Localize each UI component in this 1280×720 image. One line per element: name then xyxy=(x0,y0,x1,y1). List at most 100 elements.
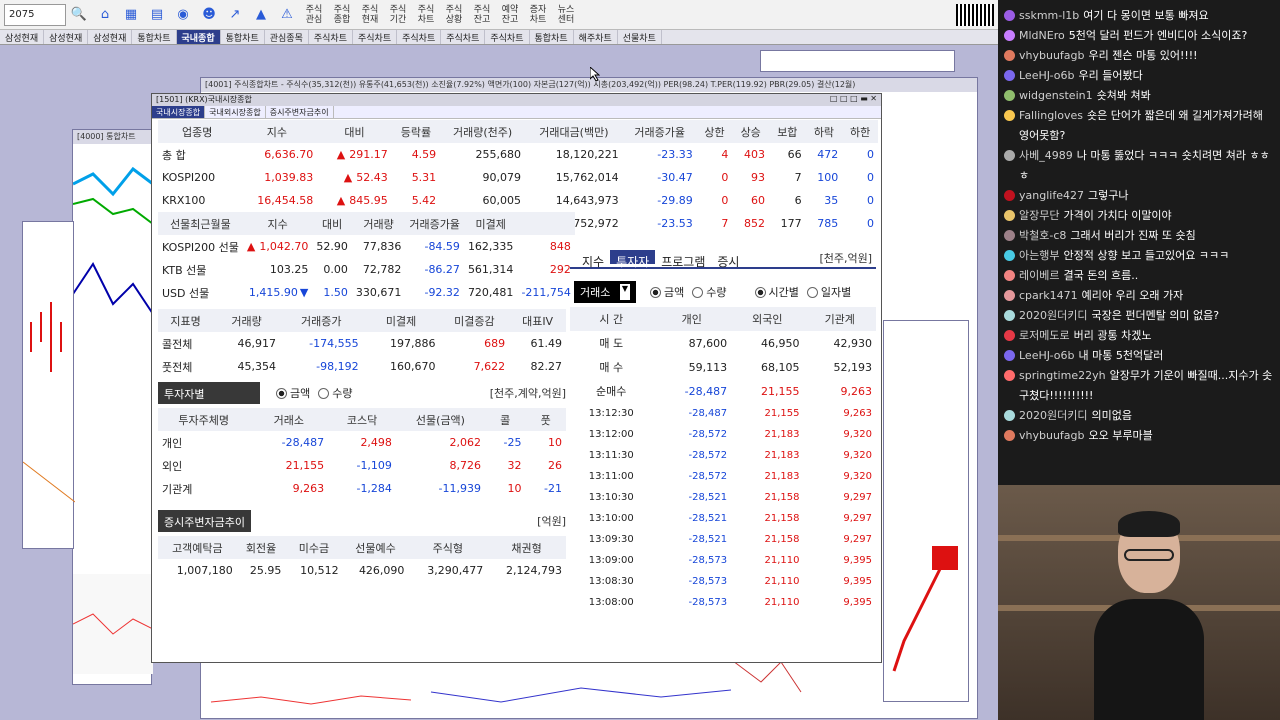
integrated-chart-window[interactable]: [4000] 통합차트 xyxy=(72,129,154,685)
avatar[interactable] xyxy=(1004,250,1015,261)
toolbar-button[interactable]: 뉴스 센터 xyxy=(554,5,578,25)
radio-by-date[interactable]: 일자별 xyxy=(807,284,851,300)
table-row[interactable]: 순매수 -28,487 21,155 9,263 xyxy=(570,379,876,403)
table-row[interactable]: KOSPI200 1,039.8352.43 5.31 90,079 15,762,01… xyxy=(158,166,878,189)
window-tab[interactable]: 해주차트 xyxy=(574,30,618,44)
window-tab[interactable]: 주식차트 xyxy=(353,30,398,44)
avatar[interactable] xyxy=(1004,70,1015,81)
chat-author[interactable]: yanglife427 xyxy=(1019,189,1084,202)
table-row[interactable]: 13:09:00 -28,573 21,110 9,395 xyxy=(570,550,876,571)
chat-author[interactable]: 2020원더키디 xyxy=(1019,409,1087,422)
table-row[interactable]: KTB 선물 103.25 0.00 72,782 -86.27 561,314 292 xyxy=(158,258,575,281)
window-tab[interactable]: 국내종합 xyxy=(176,30,221,44)
radio-amount-right[interactable]: 금액 xyxy=(650,284,684,300)
chat-author[interactable]: springtime22yh xyxy=(1019,369,1106,382)
chat-author[interactable]: 박철호-c8 xyxy=(1019,229,1066,242)
toolbar-button[interactable]: 주식 잔고 xyxy=(470,5,494,25)
table-row[interactable]: 13:08:00 -28,573 21,110 9,395 xyxy=(570,592,876,613)
window-tab[interactable]: 통합차트 xyxy=(132,30,177,44)
toolbar-button[interactable]: 예약 잔고 xyxy=(498,5,522,25)
table-row[interactable]: 총 합 6,636.70291.17 4.59 255,680 18,120,221 -2… xyxy=(158,143,878,166)
table-row[interactable]: 외인 21,155 -1,109 8,726 32 26 xyxy=(158,454,566,477)
stock-icon[interactable]: ▲ xyxy=(250,4,272,26)
market-select[interactable]: 거래소 ▼ xyxy=(574,281,636,303)
chat-author[interactable]: 아는행부 xyxy=(1019,249,1059,262)
avatar[interactable] xyxy=(1004,370,1015,381)
chart-icon[interactable]: ↗ xyxy=(224,4,246,26)
table-row[interactable]: 1,007,180 25.95 10,512 426,090 3,290,477 2,12… xyxy=(158,559,566,582)
table-row[interactable]: KRX100 16,454.58845.95 5.42 60,005 14,643,97… xyxy=(158,189,878,212)
avatar[interactable] xyxy=(1004,210,1015,221)
avatar[interactable] xyxy=(1004,50,1015,61)
chat-author[interactable]: 2020원더키디 xyxy=(1019,309,1087,322)
avatar[interactable] xyxy=(1004,290,1015,301)
window-controls[interactable]: □ □ □ ▬ ✕ xyxy=(830,94,877,106)
left-chart-window[interactable] xyxy=(22,221,76,549)
table-row[interactable]: KOSPI200 선물 1,042.70 52.90 77,836 -84.59 162,… xyxy=(158,235,575,258)
alert-icon[interactable]: ⚠ xyxy=(276,4,298,26)
table-row[interactable]: 기관계 9,263 -1,284 -11,939 10 -21 xyxy=(158,477,566,500)
grid-icon[interactable]: ▦ xyxy=(120,4,142,26)
toolbar-button[interactable]: 주식 관심 xyxy=(302,5,326,25)
window-tab[interactable]: 선물차트 xyxy=(618,30,662,44)
toolbar-button[interactable]: 증자 차트 xyxy=(526,5,550,25)
radio-amount[interactable]: 금액 xyxy=(276,385,310,401)
avatar[interactable] xyxy=(1004,190,1015,201)
avatar[interactable] xyxy=(1004,270,1015,281)
people-icon[interactable]: ☻ xyxy=(198,4,220,26)
toolbar-button[interactable]: 주식 기간 xyxy=(386,5,410,25)
avatar[interactable] xyxy=(1004,90,1015,101)
chat-author[interactable]: widgenstein1 xyxy=(1019,89,1093,102)
chat-author[interactable]: cpark1471 xyxy=(1019,289,1078,302)
toolbar-button[interactable]: 주식 종합 xyxy=(330,5,354,25)
sub-tab[interactable]: 국내시장종합 xyxy=(152,106,206,118)
chat-author[interactable]: 사베_4989 xyxy=(1019,149,1073,162)
table-row[interactable]: 콜전체 46,917 -174,555 197,886 689 61.49 xyxy=(158,332,566,355)
toolbar-button[interactable]: 주식 차트 xyxy=(414,5,438,25)
radio-quantity-right[interactable]: 수량 xyxy=(692,284,726,300)
sub-tab[interactable]: 국내외시장종합 xyxy=(205,106,266,118)
stock-code-input[interactable]: 2075 xyxy=(4,3,66,26)
table-row[interactable]: 풋전체 45,354 -98,192 160,670 7,622 82.27 xyxy=(158,355,566,378)
avatar[interactable] xyxy=(1004,430,1015,441)
chat-author[interactable]: vhybuufagb xyxy=(1019,429,1085,442)
avatar[interactable] xyxy=(1004,10,1015,21)
window-tab[interactable]: 통합차트 xyxy=(221,30,265,44)
chat-author[interactable]: LeeHJ-o6b xyxy=(1019,349,1074,362)
window-tab[interactable]: 주식차트 xyxy=(441,30,486,44)
avatar[interactable] xyxy=(1004,110,1015,121)
right-chart-window-1[interactable] xyxy=(760,50,955,72)
chat-author[interactable]: 로저메도로 xyxy=(1019,329,1070,342)
table-row[interactable]: 매 도 87,600 46,950 42,930 xyxy=(570,331,876,355)
right-panel-tab[interactable]: 프로그램 xyxy=(655,250,711,269)
table-row[interactable]: 13:12:00 -28,572 21,183 9,320 xyxy=(570,424,876,445)
avatar[interactable] xyxy=(1004,410,1015,421)
window-tab[interactable]: 삼성현재 xyxy=(88,30,133,44)
window-tab[interactable]: 주식차트 xyxy=(397,30,442,44)
chat-author[interactable]: MldNEro xyxy=(1019,29,1065,42)
right-panel-tab[interactable]: 투자자 xyxy=(610,250,656,269)
chat-author[interactable]: vhybuufagb xyxy=(1019,49,1085,62)
table-row[interactable]: 13:10:30 -28,521 21,158 9,297 xyxy=(570,487,876,508)
toolbar-button[interactable]: 주식 상황 xyxy=(442,5,466,25)
table-row[interactable]: USD 선물 1,415.90 1.50 330,671 -92.32 720,481 -2… xyxy=(158,281,575,304)
table-row[interactable]: 개인 -28,487 2,498 2,062 -25 10 xyxy=(158,431,566,454)
toolbar-button[interactable]: 주식 현재 xyxy=(358,5,382,25)
table-row[interactable]: 13:08:30 -28,573 21,110 9,395 xyxy=(570,571,876,592)
search-icon[interactable]: 🔍 xyxy=(68,4,90,26)
sub-tab[interactable]: 증시주변자금추이 xyxy=(266,106,334,118)
window-tab[interactable]: 주식차트 xyxy=(309,30,353,44)
avatar[interactable] xyxy=(1004,350,1015,361)
document-icon[interactable]: ▤ xyxy=(146,4,168,26)
right-panel-tab[interactable]: 지수 xyxy=(576,250,610,269)
avatar[interactable] xyxy=(1004,30,1015,41)
window-tab[interactable]: 통합차트 xyxy=(530,30,574,44)
radio-by-time[interactable]: 시간별 xyxy=(755,284,799,300)
table-row[interactable]: 13:11:00 -28,572 21,183 9,320 xyxy=(570,466,876,487)
chat-author[interactable]: 알장무단 xyxy=(1019,209,1059,222)
radio-quantity[interactable]: 수량 xyxy=(318,385,352,401)
avatar[interactable] xyxy=(1004,230,1015,241)
avatar[interactable] xyxy=(1004,330,1015,341)
right-chart-window-2[interactable] xyxy=(883,320,969,702)
window-tab[interactable]: 삼성현재 xyxy=(0,30,45,44)
